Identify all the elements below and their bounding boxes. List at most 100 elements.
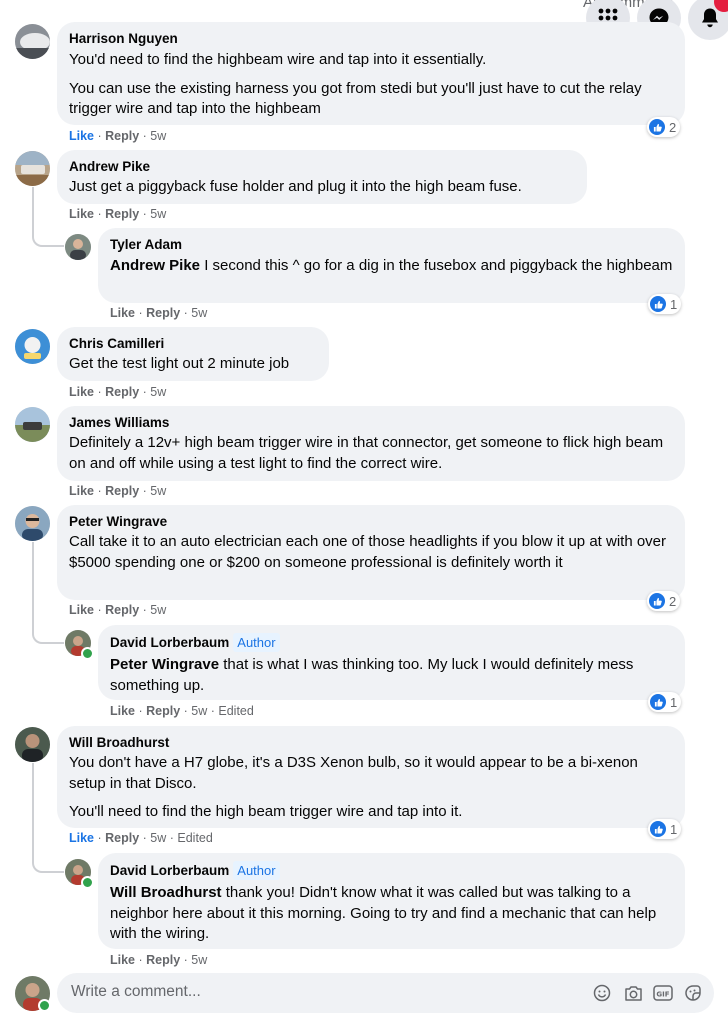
emoji-icon [593,984,611,1002]
comment-bubble: Peter Wingrave Call take it to an auto e… [57,505,685,600]
reply-button[interactable]: Reply [105,385,139,399]
comment-text: Call take it to an auto electrician each… [69,533,667,571]
reaction-count[interactable]: 1 [648,294,682,314]
like-reaction-icon [649,119,665,135]
sticker-button[interactable] [683,983,703,1003]
avatar[interactable] [15,24,50,59]
like-button[interactable]: Like [110,306,135,320]
reply-button[interactable]: Reply [105,129,139,143]
reaction-number: 1 [670,821,678,837]
comment-bubble: James Williams Definitely a 12v+ high be… [57,406,685,481]
mention-link[interactable]: Peter Wingrave [110,656,219,673]
reaction-number: 1 [670,296,678,312]
camera-icon [624,985,642,1001]
comment-bubble: Will Broadhurst You don't have a H7 glob… [57,726,685,828]
like-button[interactable]: Like [110,953,135,967]
reply-button[interactable]: Reply [146,704,180,718]
like-button[interactable]: Like [69,385,94,399]
comment-actions: Like · Reply · 5w [69,207,167,221]
comment-bubble: Andrew Pike Just get a piggyback fuse ho… [57,150,587,204]
reply-button[interactable]: Reply [105,603,139,617]
online-status-dot [38,999,51,1012]
reply-button[interactable]: Reply [105,831,139,845]
comment-author[interactable]: Tyler Adam [110,236,673,253]
reaction-number: 2 [669,593,677,609]
reaction-count[interactable]: 2 [647,117,681,137]
comment-author[interactable]: Peter Wingrave [69,513,673,530]
comment-actions: Like · Reply · 5w [69,603,167,617]
reaction-number: 2 [669,119,677,135]
comment-actions: Like · Reply · 5w [110,306,208,320]
comment-bubble: David Lorberbaum Author Will Broadhurst t… [98,853,685,949]
comment-text: Definitely a 12v+ high beam trigger wire… [69,434,664,472]
comment-text: Get the test light out 2 minute job [69,355,290,372]
online-status-dot [81,647,94,660]
comment-text: You don't have a H7 globe, it's a D3S Xe… [69,754,638,792]
avatar[interactable] [15,329,50,364]
comment-actions: Like · Reply · 5w [110,953,208,967]
comment-text: I second this ^ go for a dig in the fuse… [200,257,673,274]
comment-input[interactable] [69,982,573,1002]
comment-actions: Like · Reply · 5w [69,484,167,498]
edited-label[interactable]: Edited [218,704,253,718]
comment-bubble: Chris Camilleri Get the test light out 2… [57,327,329,381]
comment-composer: GIF [57,973,714,1013]
edited-label[interactable]: Edited [177,831,212,845]
svg-text:GIF: GIF [656,991,669,999]
avatar[interactable] [15,727,50,762]
comment-author[interactable]: David Lorberbaum [110,863,229,878]
comment-actions: Like · Reply · 5w [69,129,167,143]
bell-icon [702,8,718,28]
comment-author[interactable]: James Williams [69,414,673,431]
comment-actions: Like · Reply · 5w [69,385,167,399]
comment-text: You can use the existing harness you got… [69,79,642,118]
avatar[interactable] [15,151,50,186]
online-status-dot [81,876,94,889]
author-badge: Author [233,861,280,880]
sticker-icon [685,985,701,1001]
comment-actions: Like · Reply · 5w · Edited [110,704,254,718]
comment-time[interactable]: 5w [150,385,166,399]
comment-time[interactable]: 5w [150,831,166,845]
comment-author[interactable]: Andrew Pike [69,158,575,175]
photo-button[interactable] [623,983,643,1003]
reply-button[interactable]: Reply [146,953,180,967]
gif-button[interactable]: GIF [653,983,673,1003]
like-button[interactable]: Like [69,129,94,143]
avatar[interactable] [15,506,50,541]
avatar[interactable] [65,234,91,260]
comment-time[interactable]: 5w [191,953,207,967]
like-button[interactable]: Like [69,603,94,617]
reaction-number: 1 [670,694,678,710]
reaction-count[interactable]: 2 [647,591,681,611]
comment-author[interactable]: David Lorberbaum [110,635,229,650]
reply-button[interactable]: Reply [105,484,139,498]
mention-link[interactable]: Will Broadhurst [110,884,222,901]
comment-time[interactable]: 5w [150,129,166,143]
like-button[interactable]: Like [69,484,94,498]
reply-button[interactable]: Reply [105,207,139,221]
comment-bubble: David Lorberbaum Author Peter Wingrave th… [98,625,685,700]
avatar[interactable] [15,407,50,442]
like-button[interactable]: Like [69,207,94,221]
like-button[interactable]: Like [110,704,135,718]
mention-link[interactable]: Andrew Pike [110,257,200,274]
gif-icon: GIF [653,985,673,1001]
comment-text: You'd need to find the highbeam wire and… [69,51,487,68]
comment-time[interactable]: 5w [191,306,207,320]
reaction-count[interactable]: 1 [648,692,682,712]
comment-author[interactable]: Harrison Nguyen [69,30,673,47]
comment-author[interactable]: Will Broadhurst [69,734,673,751]
comment-time[interactable]: 5w [150,207,166,221]
emoji-button[interactable] [592,983,612,1003]
comment-time[interactable]: 5w [150,603,166,617]
reply-button[interactable]: Reply [146,306,180,320]
comment-time[interactable]: 5w [191,704,207,718]
author-badge: Author [233,633,280,652]
comment-text: You'll need to find the high beam trigge… [69,803,463,820]
reaction-count[interactable]: 1 [648,819,682,839]
comment-bubble: Tyler Adam Andrew Pike I second this ^ g… [98,228,685,303]
comment-author[interactable]: Chris Camilleri [69,335,317,352]
comment-time[interactable]: 5w [150,484,166,498]
like-button[interactable]: Like [69,831,94,845]
